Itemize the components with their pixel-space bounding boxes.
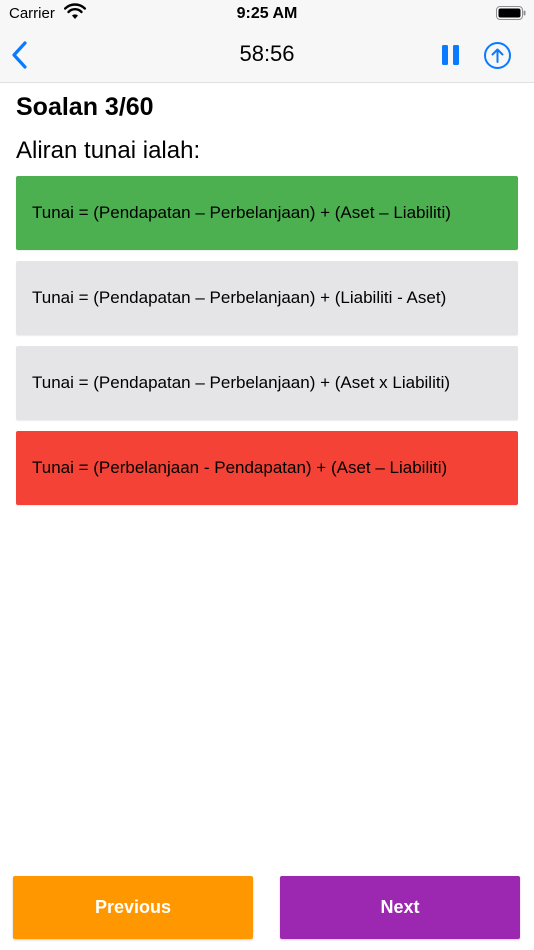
answer-option-correct[interactable]: Tunai = (Pendapatan – Perbelanjaan) + (A… <box>16 176 518 250</box>
battery-icon <box>496 6 526 20</box>
status-time: 9:25 AM <box>236 5 298 22</box>
previous-button[interactable]: Previous <box>13 876 253 939</box>
answer-option[interactable]: Tunai = (Pendapatan – Perbelanjaan) + (L… <box>16 261 518 335</box>
answer-option-wrong[interactable]: Tunai = (Perbelanjaan - Pendapatan) + (A… <box>16 431 518 505</box>
pause-icon[interactable] <box>440 43 462 67</box>
question-number: Soalan 3/60 <box>16 93 154 121</box>
next-button[interactable]: Next <box>280 876 520 939</box>
upload-circle-icon[interactable] <box>483 41 512 70</box>
status-bar: Carrier 9:25 AM <box>0 0 534 28</box>
answer-list: Tunai = (Pendapatan – Perbelanjaan) + (A… <box>16 176 518 516</box>
answer-option[interactable]: Tunai = (Pendapatan – Perbelanjaan) + (A… <box>16 346 518 420</box>
question-text: Aliran tunai ialah: <box>16 137 201 164</box>
navigation-bar: 58:56 <box>0 28 534 83</box>
